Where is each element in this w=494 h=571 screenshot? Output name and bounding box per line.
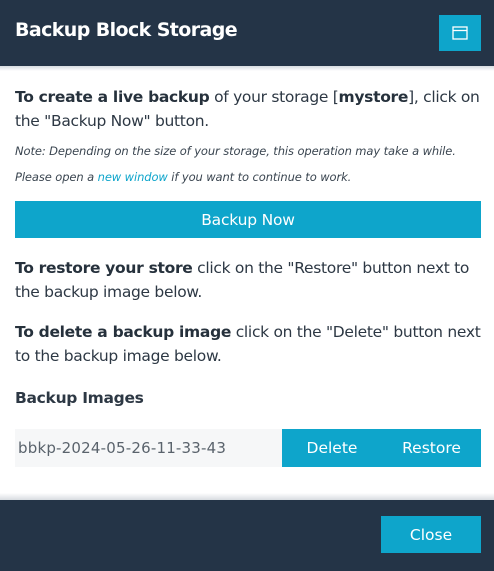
backup-now-button[interactable]: Backup Now (15, 201, 481, 238)
restore-backup-button[interactable]: Restore (382, 429, 481, 467)
backup-image-actions: Delete Restore (282, 429, 481, 467)
dialog-header: Backup Block Storage (0, 0, 494, 66)
window-icon (452, 26, 468, 40)
note-text-2: if you want to continue to work. (167, 170, 352, 184)
delete-help-bold: To delete a backup image (15, 323, 232, 341)
backup-images-heading: Backup Images (15, 389, 144, 407)
note-text: Note: Depending on the size of your stor… (15, 138, 485, 190)
intro-text-1: of your storage [ (209, 88, 339, 106)
intro-bold: To create a live backup (15, 88, 210, 106)
toggle-window-button[interactable] (439, 15, 481, 51)
close-button[interactable]: Close (381, 516, 481, 553)
dialog-title: Backup Block Storage (15, 19, 238, 41)
new-window-link[interactable]: new window (98, 170, 168, 184)
restore-help: To restore your store click on the "Rest… (15, 256, 485, 304)
header-shadow (0, 66, 494, 71)
intro-paragraph: To create a live backup of your storage … (15, 85, 485, 133)
dialog-footer: Close (0, 500, 494, 571)
backup-dialog: Backup Block Storage To create a live ba… (0, 0, 494, 571)
delete-help: To delete a backup image click on the "D… (15, 320, 485, 368)
store-name: mystore (338, 88, 409, 106)
delete-backup-button[interactable]: Delete (282, 429, 382, 467)
backup-image-name: bbkp-2024-05-26-11-33-43 (15, 429, 282, 467)
backup-image-row: bbkp-2024-05-26-11-33-43 Delete Restore (15, 429, 481, 467)
restore-help-bold: To restore your store (15, 259, 193, 277)
